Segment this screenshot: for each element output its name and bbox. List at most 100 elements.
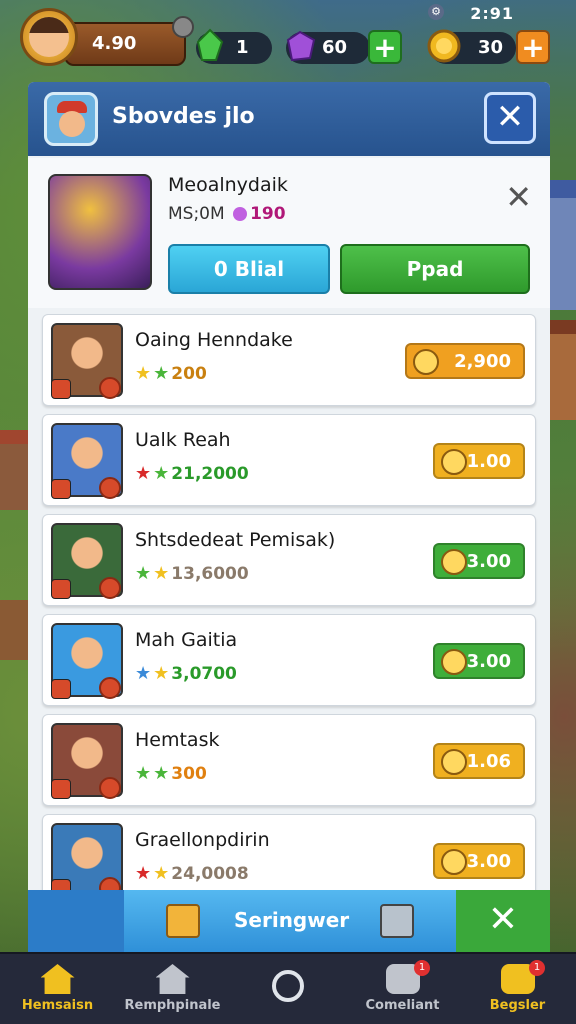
item-sub-value: 24,0008: [171, 864, 249, 884]
primary-action-button[interactable]: Ppad: [340, 244, 530, 294]
shop-item-row[interactable]: Mah Gaitia ★ ★ 3,0700 3.00: [42, 614, 536, 706]
currency-icon: [413, 349, 439, 375]
item-name: Ualk Reah: [135, 429, 231, 451]
player-coins-counter: 4.90: [64, 22, 186, 66]
close-button[interactable]: ✕: [484, 92, 536, 144]
shield-icon: [99, 577, 121, 599]
purple-gem-icon: [280, 26, 320, 66]
home-icon: [40, 964, 75, 994]
star-icon: ★: [153, 363, 170, 384]
buy-price-button[interactable]: 3.00: [433, 543, 525, 579]
item-sub-value: 3,0700: [171, 664, 237, 684]
purple-gem-value: 60: [322, 37, 348, 58]
shield-icon: [99, 477, 121, 499]
treasure-chest-icon: [166, 904, 200, 938]
price-value: 1.00: [466, 451, 511, 472]
nav-home[interactable]: Hemsaisn: [0, 958, 115, 1024]
buy-price-button[interactable]: 1.00: [433, 443, 525, 479]
ring-icon: [271, 970, 304, 1002]
purple-gem-counter: 60: [286, 30, 370, 64]
currency-icon: [441, 549, 467, 575]
featured-sub-value: 190: [250, 204, 286, 224]
gem-icon: [233, 207, 248, 221]
notification-badge: 1: [529, 960, 545, 976]
star-icon: ★: [135, 363, 152, 384]
shop-item-list: Oaing Henndake ★ ★ 200 2,900 Ualk Reah ★ ★ 21,20…: [42, 314, 536, 914]
top-resource-bar: ⚙ 2:91 4.90 1 60 + 30 +: [0, 0, 576, 80]
secondary-action-button[interactable]: 0 Blial: [168, 244, 330, 294]
star-icon: ★: [153, 463, 170, 484]
item-sub-value: 300: [171, 764, 207, 784]
nav-label: Remphpinale: [124, 998, 221, 1013]
add-gold-button[interactable]: +: [516, 30, 550, 64]
player-avatar[interactable]: [20, 8, 78, 66]
buy-price-button[interactable]: 3.00: [433, 643, 525, 679]
nav-profile[interactable]: 1 Begsler: [460, 958, 575, 1024]
price-value: 3.00: [466, 551, 511, 572]
footer-close-button[interactable]: ✕: [456, 890, 550, 952]
star-icon: ★: [135, 563, 152, 584]
shop-item-row[interactable]: Oaing Henndake ★ ★ 200 2,900: [42, 314, 536, 406]
item-subtitle: ★ ★ 13,6000: [135, 563, 249, 584]
shield-icon: [99, 377, 121, 399]
buy-price-button[interactable]: 1.06: [433, 743, 525, 779]
class-badge-icon: [51, 779, 71, 799]
green-crystal-icon: [190, 26, 230, 66]
notification-badge: 1: [414, 960, 430, 976]
shop-panel: Sbovdes jlo ✕ Meoalnydaik MS;0M 190 ✕ 0 …: [28, 82, 550, 952]
star-icon: ★: [135, 463, 152, 484]
item-name: Graellonpdirin: [135, 829, 270, 851]
star-icon: ★: [135, 663, 152, 684]
item-subtitle: ★ ★ 300: [135, 763, 207, 784]
shop-item-row[interactable]: Hemtask ★ ★ 300 1.06: [42, 714, 536, 806]
class-badge-icon: [51, 579, 71, 599]
item-sub-value: 13,6000: [171, 564, 249, 584]
star-icon: ★: [153, 763, 170, 784]
item-subtitle: ★ ★ 24,0008: [135, 863, 249, 884]
footer-main-label: Seringwer: [234, 908, 350, 932]
share-icon[interactable]: [380, 904, 414, 938]
nav-label: Begsler: [489, 998, 546, 1013]
item-subtitle: ★ ★ 3,0700: [135, 663, 237, 684]
star-icon: ★: [135, 863, 152, 884]
gear-icon[interactable]: ⚙: [428, 4, 444, 20]
item-name: Mah Gaitia: [135, 629, 238, 651]
shield-icon: [99, 677, 121, 699]
star-icon: ★: [153, 563, 170, 584]
nav-center[interactable]: [230, 958, 345, 1024]
item-subtitle: ★ ★ 200: [135, 363, 207, 384]
add-gems-button[interactable]: +: [368, 30, 402, 64]
house-icon: [155, 964, 190, 994]
shop-item-row[interactable]: Ualk Reah ★ ★ 21,2000 1.00: [42, 414, 536, 506]
item-name: Oaing Henndake: [135, 329, 293, 351]
currency-icon: [441, 649, 467, 675]
bottom-navigation: Hemsaisn Remphpinale 1 Comeliant 1 Begsler: [0, 952, 576, 1024]
panel-title: Sbovdes jlo: [112, 104, 255, 129]
featured-sub-prefix: MS;0M: [168, 204, 225, 224]
price-value: 3.00: [466, 651, 511, 672]
shop-item-row[interactable]: Shtsdedeat Pemisak) ★ ★ 13,6000 3.00: [42, 514, 536, 606]
item-name: Hemtask: [135, 729, 220, 751]
footer-action-strip: Seringwer ✕: [28, 890, 550, 952]
nav-label: Comeliant: [365, 998, 440, 1013]
nav-buildings[interactable]: Remphpinale: [115, 958, 230, 1024]
footer-hero-portrait: [28, 890, 124, 952]
item-sub-value: 200: [171, 364, 207, 384]
nav-messages[interactable]: 1 Comeliant: [345, 958, 460, 1024]
price-value: 2,900: [454, 351, 511, 372]
background-fence: [0, 600, 30, 660]
featured-name: Meoalnydaik: [168, 174, 288, 196]
featured-offer: Meoalnydaik MS;0M 190 ✕ 0 Blial Ppad: [28, 158, 550, 308]
gold-coin-icon: [424, 26, 464, 66]
gold-value: 30: [478, 37, 504, 58]
currency-icon: [441, 449, 467, 475]
featured-hero-image: [48, 174, 152, 290]
buy-price-button[interactable]: 3.00: [433, 843, 525, 879]
star-icon: ★: [153, 663, 170, 684]
buy-price-button[interactable]: 2,900: [405, 343, 525, 379]
featured-subtitle: MS;0M 190: [168, 204, 286, 224]
dismiss-featured-icon[interactable]: ✕: [505, 178, 532, 216]
footer-main-button[interactable]: Seringwer: [124, 890, 456, 952]
currency-icon: [441, 749, 467, 775]
shield-icon: [99, 777, 121, 799]
